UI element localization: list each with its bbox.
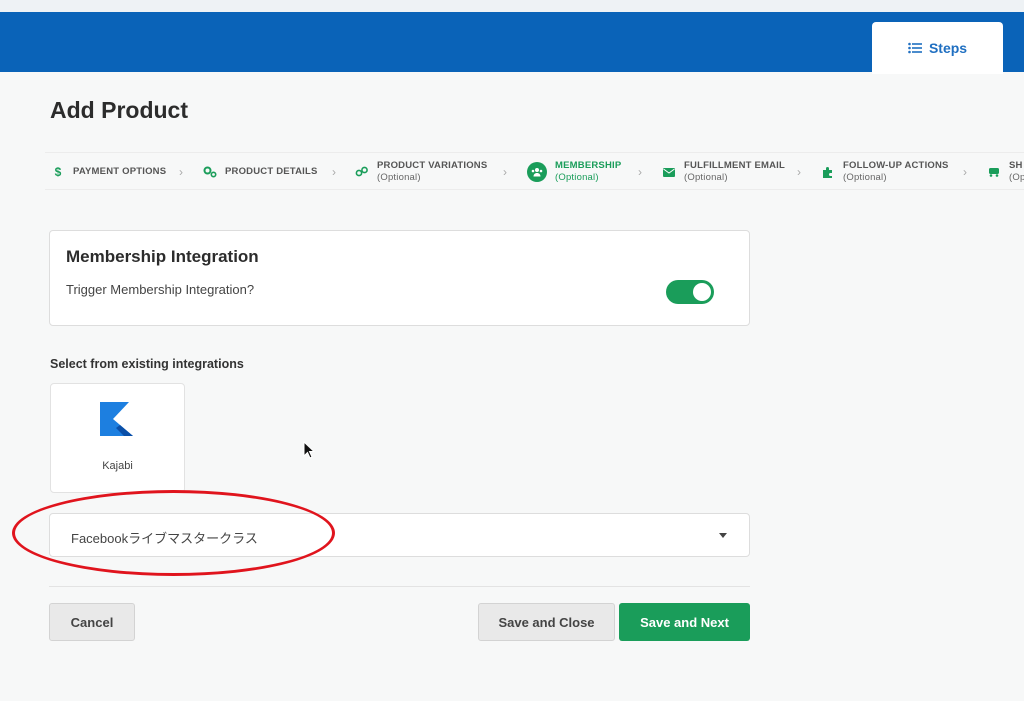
mouse-cursor-icon: [303, 441, 315, 459]
puzzle-icon: [821, 165, 835, 179]
chevron-right-icon: ›: [638, 165, 642, 179]
integration-name: Kajabi: [102, 460, 133, 472]
red-highlight-ellipse: [12, 490, 335, 576]
card-title: Membership Integration: [66, 247, 259, 266]
chevron-right-icon: ›: [963, 165, 967, 179]
list-icon: [908, 42, 922, 54]
wizard-step-product-details[interactable]: PRODUCT DETAILS: [203, 153, 318, 191]
divider: [49, 586, 750, 587]
gears-icon: [203, 165, 217, 179]
integrations-label: Select from existing integrations: [50, 357, 244, 371]
wizard-step-title: FOLLOW-UP ACTIONS: [843, 160, 949, 171]
wizard-step-shipping[interactable]: SH (Op: [987, 153, 1024, 191]
wizard-step-label: SH (Op: [1009, 160, 1024, 184]
wizard-step-membership[interactable]: MEMBERSHIP (Optional): [527, 153, 621, 191]
wizard-step-optional: (Optional): [377, 172, 421, 183]
browser-top-strip: [0, 0, 1024, 12]
wizard-step-label: MEMBERSHIP (Optional): [555, 160, 621, 184]
caret-down-icon: [719, 533, 727, 538]
wizard-step-title: PRODUCT VARIATIONS: [377, 160, 488, 171]
wizard-step-product-variations[interactable]: PRODUCT VARIATIONS (Optional): [355, 153, 487, 191]
trigger-question: Trigger Membership Integration?: [66, 282, 255, 297]
membership-toggle[interactable]: [666, 280, 714, 304]
steps-tab[interactable]: Steps: [872, 22, 1003, 74]
wizard-step-optional: (Optional): [843, 172, 887, 183]
variations-icon: [355, 165, 369, 179]
chevron-right-icon: ›: [179, 165, 183, 179]
wizard-step-label: FULFILLMENT EMAIL (Optional): [684, 160, 785, 184]
wizard-step-optional: (Optional): [555, 172, 599, 183]
toggle-knob: [693, 283, 711, 301]
steps-tab-label: Steps: [928, 40, 968, 56]
wizard-step-optional: (Op: [1009, 172, 1024, 183]
chevron-right-icon: ›: [332, 165, 336, 179]
dollar-icon: $: [54, 165, 62, 179]
membership-integration-card: Membership Integration Trigger Membershi…: [49, 230, 750, 326]
chevron-right-icon: ›: [503, 165, 507, 179]
wizard-step-follow-up-actions[interactable]: FOLLOW-UP ACTIONS (Optional): [821, 153, 949, 191]
wizard-step-label: FOLLOW-UP ACTIONS (Optional): [843, 160, 949, 184]
wizard-step-label: PAYMENT OPTIONS: [73, 166, 167, 177]
save-and-close-button[interactable]: Save and Close: [478, 603, 615, 641]
integration-card-kajabi[interactable]: Kajabi: [50, 383, 185, 493]
page-title: Add Product: [50, 97, 188, 123]
wizard-step-payment-options[interactable]: $ PAYMENT OPTIONS: [51, 153, 166, 191]
wizard-step-optional: (Optional): [684, 172, 728, 183]
wizard-step-fulfillment-email[interactable]: FULFILLMENT EMAIL (Optional): [662, 153, 785, 191]
envelope-icon: [662, 165, 676, 179]
users-icon: [527, 162, 547, 182]
wizard-step-title: FULFILLMENT EMAIL: [684, 160, 786, 171]
chevron-right-icon: ›: [797, 165, 801, 179]
wizard-step-title: MEMBERSHIP: [555, 160, 622, 171]
cancel-button[interactable]: Cancel: [49, 603, 135, 641]
top-navigation-bar: [0, 12, 1024, 72]
save-and-next-button[interactable]: Save and Next: [619, 603, 750, 641]
wizard-step-label: PRODUCT DETAILS: [225, 166, 318, 177]
wizard-step-title: SH: [1009, 160, 1023, 171]
wizard-steps: $ PAYMENT OPTIONS › PRODUCT DETAILS › PR…: [45, 152, 1024, 190]
kajabi-logo-icon: [100, 402, 136, 445]
truck-icon: [987, 165, 1001, 179]
wizard-step-label: PRODUCT VARIATIONS (Optional): [377, 160, 487, 184]
